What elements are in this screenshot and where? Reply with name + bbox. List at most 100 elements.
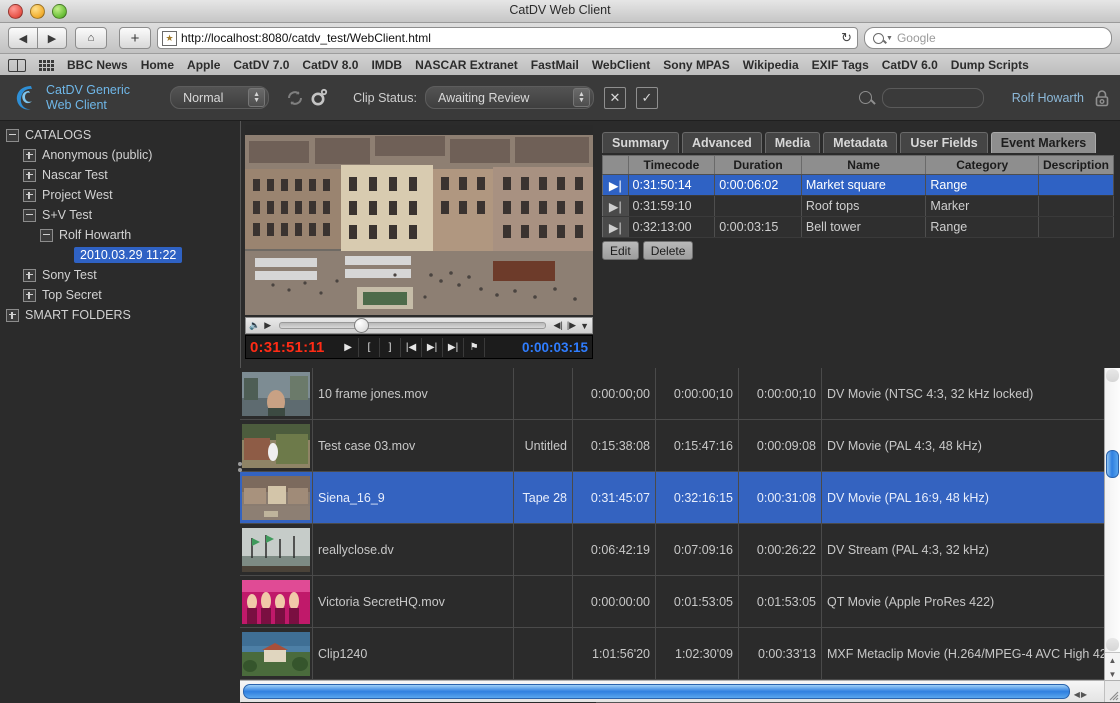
collapse-icon[interactable] [23, 208, 36, 222]
sidebar-item-catalogs[interactable]: CATALOGS [0, 125, 240, 145]
refresh-icon[interactable] [283, 86, 307, 110]
scrub-knob[interactable] [354, 318, 370, 333]
clip-status-select[interactable]: Awaiting Review ▲ ▼ [424, 86, 594, 109]
tab-metadata[interactable]: Metadata [823, 132, 898, 153]
vertical-splitter[interactable] [236, 460, 244, 472]
stepper-icon[interactable]: ▲ ▼ [572, 88, 590, 107]
play-icon[interactable]: ▶ [264, 320, 271, 331]
clip-row[interactable]: 10 frame jones.mov 0:00:00;00 0:00:00;10 0:… [240, 368, 1105, 420]
view-mode-select[interactable]: Normal ▲ ▼ [170, 86, 270, 109]
collapse-icon[interactable] [6, 128, 19, 142]
sidebar-item-2010-03-29-11-22[interactable]: 2010.03.29 11:22 [0, 245, 240, 265]
clip-row[interactable]: Victoria SecretHQ.mov 0:00:00:00 0:01:53:0… [240, 575, 1105, 628]
sidebar-item-nascar-test[interactable]: Nascar Test [0, 165, 240, 185]
scroll-arrows[interactable]: ▲ ▼ [1105, 652, 1120, 681]
expand-icon[interactable] [23, 188, 36, 202]
scroll-up-icon[interactable]: ▲ [1109, 656, 1117, 665]
sidebar-item-s-v-test[interactable]: S+V Test [0, 205, 240, 225]
new-tab-button[interactable]: + [119, 27, 151, 49]
tab-user-fields[interactable]: User Fields [900, 132, 988, 153]
bookmark-item[interactable]: Home [141, 58, 174, 72]
resize-grip-icon[interactable] [1107, 689, 1119, 701]
browser-search-field[interactable]: ▼ Google [864, 27, 1112, 49]
app-search-input[interactable] [881, 87, 984, 108]
scroll-down-icon[interactable]: ▼ [1109, 670, 1117, 679]
clip-row[interactable]: Siena_16_9 Tape 28 0:31:45:07 0:32:16:15 0:0… [240, 471, 1105, 524]
bookmark-item[interactable]: NASCAR Extranet [415, 58, 518, 72]
next-marker-button[interactable]: ▶| [444, 337, 464, 357]
mark-in-button[interactable]: [ [360, 337, 380, 357]
scrub-track[interactable] [279, 318, 546, 333]
marker-column-header[interactable] [602, 155, 629, 175]
back-button[interactable]: ◀ [8, 27, 38, 49]
volume-icon[interactable]: 🔈 [249, 320, 260, 331]
bookmark-item[interactable]: Apple [187, 58, 220, 72]
marker-column-header[interactable]: Category [925, 155, 1039, 175]
clip-list-horizontal-scrollbar[interactable]: ◀ ▶ [240, 680, 1105, 702]
bookmark-item[interactable]: WebClient [592, 58, 650, 72]
approve-button[interactable]: ✓ [635, 86, 658, 109]
tab-event-markers[interactable]: Event Markers [990, 132, 1097, 153]
collapse-icon[interactable] [40, 228, 53, 242]
mark-out-button[interactable]: ] [381, 337, 401, 357]
vertical-scroll-thumb[interactable] [1106, 450, 1119, 478]
reload-icon[interactable]: ↻ [841, 30, 852, 45]
event-marker-row[interactable]: ▶| 0:31:50:14 0:00:06:02 Market square Range [602, 174, 1115, 196]
clip-row[interactable]: Clip1240 1:01:56'20 1:02:30'09 0:00:33'13 MX… [240, 627, 1105, 680]
forward-button[interactable]: ▶ [38, 27, 67, 49]
play-button[interactable]: ▶ [339, 337, 359, 357]
bookmark-item[interactable]: BBC News [67, 58, 128, 72]
goto-marker-icon[interactable]: ▶| [602, 174, 629, 196]
sidebar-item-smart-folders[interactable]: SMART FOLDERS [0, 305, 240, 325]
bookmark-item[interactable]: CatDV 8.0 [302, 58, 358, 72]
step-forward-icon[interactable]: |▶ [567, 320, 576, 331]
sidebar-item-rolf-howarth[interactable]: Rolf Howarth [0, 225, 240, 245]
add-marker-button[interactable]: ⚑ [465, 337, 485, 357]
reject-button[interactable]: ✕ [603, 86, 626, 109]
h-scroll-arrows[interactable]: ◀ ▶ [1074, 690, 1087, 699]
scroll-right-icon[interactable]: ▶ [1081, 690, 1087, 699]
bookmark-item[interactable]: Sony MPAS [663, 58, 729, 72]
expand-icon[interactable] [23, 288, 36, 302]
show-bookmarks-icon[interactable] [8, 58, 26, 72]
sidebar-item-sony-test[interactable]: Sony Test [0, 265, 240, 285]
home-button[interactable]: ⌂ [75, 27, 107, 49]
bookmark-item[interactable]: FastMail [531, 58, 579, 72]
bookmark-item[interactable]: CatDV 6.0 [882, 58, 938, 72]
sidebar-item-top-secret[interactable]: Top Secret [0, 285, 240, 305]
scrub-bar[interactable]: 🔈 ▶ ◀| |▶ ▼ [245, 317, 593, 334]
clip-row[interactable]: reallyclose.dv 0:06:42:19 0:07:09:16 0:00:2… [240, 523, 1105, 576]
bookmark-item[interactable]: Wikipedia [743, 58, 799, 72]
video-preview[interactable]: 🔈 ▶ ◀| |▶ ▼ 0:31:51:11 ▶ [] |◀ ▶| ▶| ⚑ … [245, 125, 593, 359]
horizontal-scroll-thumb[interactable] [243, 684, 1070, 699]
tab-summary[interactable]: Summary [602, 132, 679, 153]
app-search-icon[interactable] [854, 86, 878, 110]
expand-icon[interactable] [23, 268, 36, 282]
goto-marker-icon[interactable]: ▶| [602, 195, 629, 217]
top-sites-icon[interactable] [39, 59, 54, 71]
goto-out-button[interactable]: ▶| [423, 337, 443, 357]
clip-row[interactable]: Test case 03.mov Untitled 0:15:38:08 0:15:4… [240, 419, 1105, 472]
sidebar-item-anonymous-public[interactable]: Anonymous (public) [0, 145, 240, 165]
gear-icon[interactable] [307, 86, 331, 110]
address-bar[interactable]: ★ http://localhost:8080/catdv_test/WebCl… [157, 27, 858, 49]
bookmark-item[interactable]: EXIF Tags [812, 58, 869, 72]
expand-icon[interactable] [6, 308, 19, 322]
marker-column-header[interactable]: Name [801, 155, 927, 175]
marker-column-header[interactable]: Duration [714, 155, 802, 175]
bookmark-item[interactable]: CatDV 7.0 [233, 58, 289, 72]
delete-marker-button[interactable]: Delete [642, 241, 694, 260]
edit-marker-button[interactable]: Edit [602, 241, 639, 260]
goto-in-button[interactable]: |◀ [402, 337, 422, 357]
event-marker-row[interactable]: ▶| 0:32:13:00 0:00:03:15 Bell tower Range [602, 216, 1115, 238]
marker-column-header[interactable]: Timecode [628, 155, 716, 175]
marker-column-header[interactable]: Description [1038, 155, 1115, 175]
goto-marker-icon[interactable]: ▶| [602, 216, 629, 238]
lock-icon[interactable] [1094, 89, 1110, 107]
step-back-icon[interactable]: ◀| [554, 320, 563, 331]
scroll-left-icon[interactable]: ◀ [1074, 690, 1080, 699]
chevron-down-icon[interactable]: ▼ [580, 321, 589, 331]
video-frame[interactable] [245, 125, 593, 315]
bookmark-item[interactable]: Dump Scripts [951, 58, 1029, 72]
clip-list-vertical-scrollbar[interactable]: ▲ ▼ [1104, 368, 1120, 681]
